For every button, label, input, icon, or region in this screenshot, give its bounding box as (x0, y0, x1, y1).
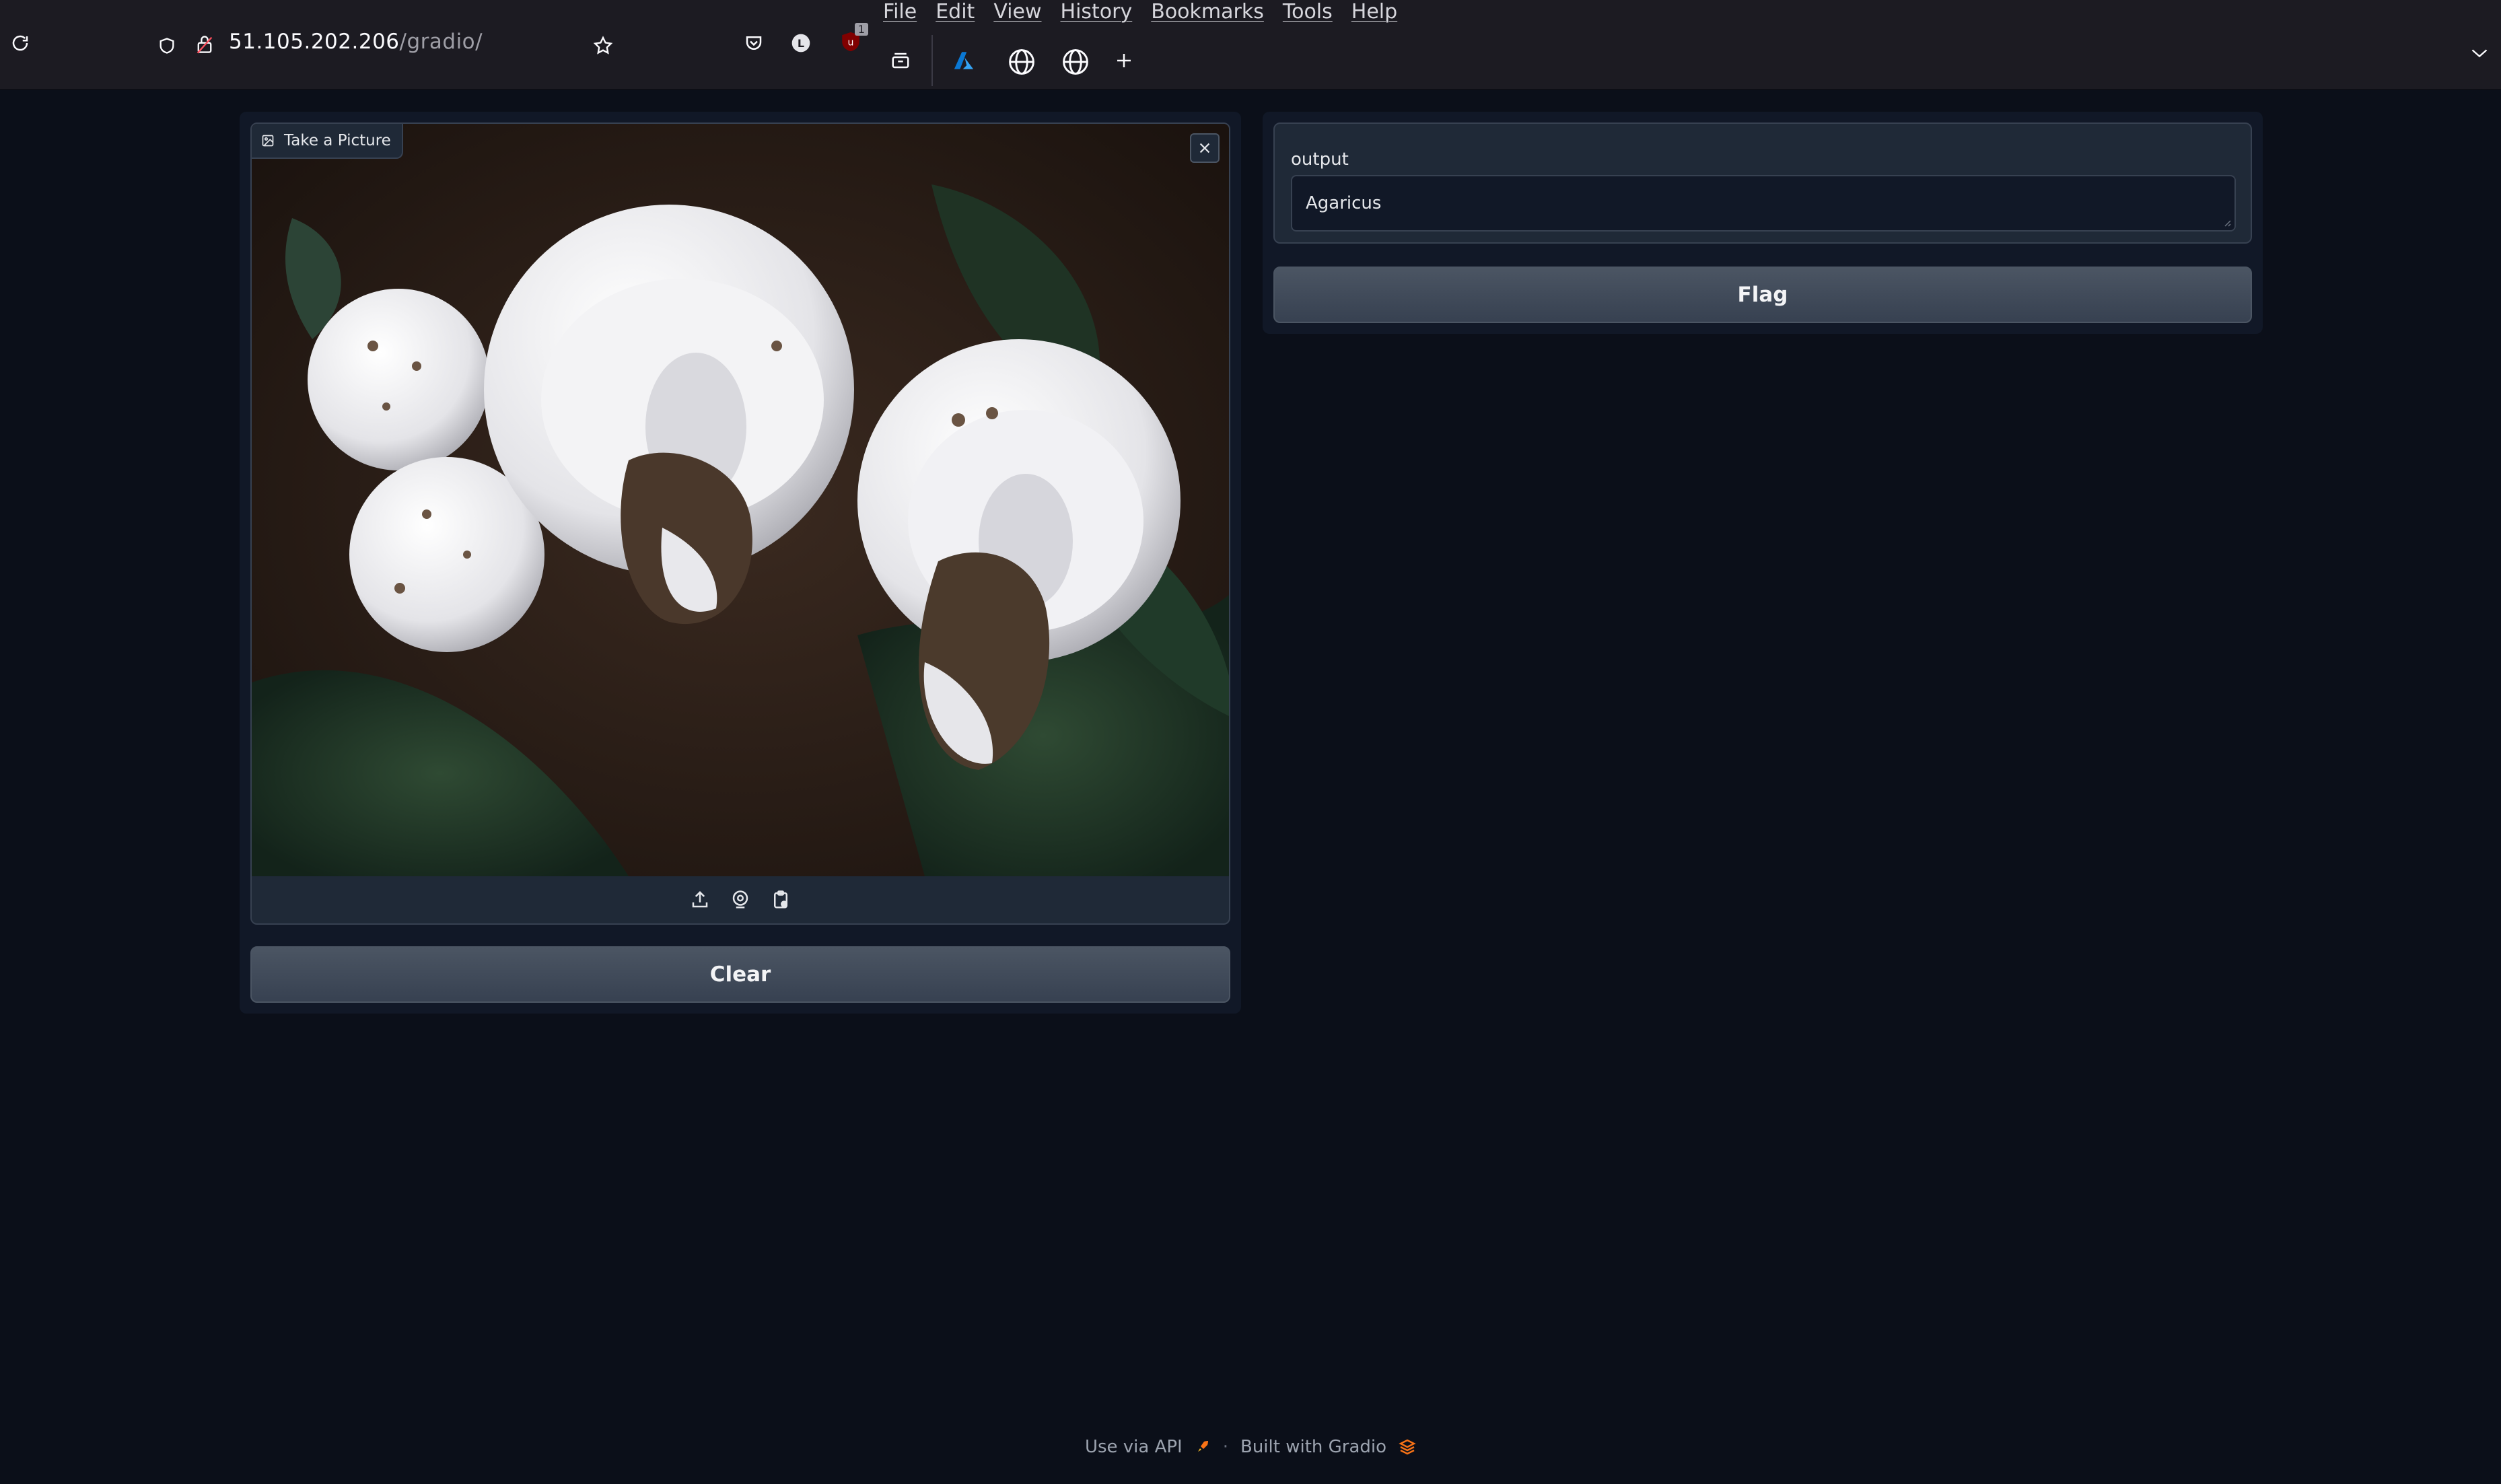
svg-text:L: L (798, 37, 804, 50)
image-label-text: Take a Picture (284, 132, 391, 149)
image-source-selector (252, 876, 1229, 923)
browser-toolbar: 51.105.202.206/gradio/ L u 1 File Edit V… (0, 0, 2501, 90)
tab-list-chevron-icon[interactable] (2466, 42, 2493, 65)
url-bar[interactable]: 51.105.202.206/gradio/ (229, 30, 483, 54)
globe-icon[interactable] (1006, 46, 1038, 78)
lock-icon[interactable] (192, 32, 217, 57)
output-textbox: output Agaricus (1273, 122, 2252, 244)
upload-icon[interactable] (688, 888, 712, 912)
globe-icon[interactable] (1059, 46, 1092, 78)
built-with-gradio-link[interactable]: Built with Gradio (1240, 1437, 1386, 1457)
url-path: /gradio/ (399, 30, 483, 54)
menu-bookmarks[interactable]: Bookmarks (1151, 0, 1264, 26)
output-label: output (1291, 149, 1349, 170)
use-api-link[interactable]: Use via API (1085, 1437, 1183, 1457)
output-value: Agaricus (1306, 193, 1382, 213)
menu-help[interactable]: Help (1351, 0, 1397, 26)
gradio-logo-icon (1399, 1439, 1416, 1455)
image-label: Take a Picture (252, 124, 403, 159)
shield-icon[interactable] (155, 34, 179, 58)
input-panel: Take a Picture Clear (240, 112, 1241, 1014)
flag-button[interactable]: Flag (1273, 267, 2252, 323)
clear-button[interactable]: Clear (250, 946, 1230, 1003)
menu-bar: File Edit View History Bookmarks Tools H… (883, 0, 1397, 26)
remove-image-button[interactable] (1190, 133, 1220, 163)
footer: Use via API · Built with Gradio (0, 1431, 2501, 1463)
uploaded-image[interactable]: Take a Picture (252, 124, 1229, 876)
menu-file[interactable]: File (883, 0, 917, 26)
image-icon (261, 134, 275, 147)
azure-icon[interactable] (949, 46, 979, 75)
rocket-icon (1195, 1439, 1211, 1455)
star-icon[interactable] (590, 32, 617, 59)
extension-badge: 1 (854, 23, 868, 36)
menu-tools[interactable]: Tools (1283, 0, 1333, 26)
output-panel: output Agaricus Flag (1263, 112, 2263, 334)
url-host: 51.105.202.206 (229, 30, 400, 54)
output-field[interactable]: Agaricus (1291, 175, 2236, 232)
menu-view[interactable]: View (993, 0, 1041, 26)
pocket-icon[interactable] (740, 30, 767, 57)
new-tab-icon[interactable] (1111, 47, 1137, 74)
image-input: Take a Picture (250, 122, 1230, 925)
reload-icon[interactable] (7, 30, 34, 57)
ublock-icon[interactable]: u 1 (836, 23, 868, 57)
svg-text:u: u (848, 38, 854, 48)
menu-history[interactable]: History (1061, 0, 1133, 26)
clipboard-icon[interactable] (769, 888, 793, 912)
tab-manager-icon[interactable] (887, 47, 914, 74)
footer-separator: · (1222, 1437, 1228, 1457)
webcam-icon[interactable] (728, 888, 752, 912)
resize-handle-icon[interactable] (2221, 217, 2232, 227)
menu-edit[interactable]: Edit (936, 0, 975, 26)
extension-l-icon[interactable]: L (787, 30, 814, 57)
close-icon (1199, 143, 1210, 153)
tab-separator (931, 35, 933, 86)
